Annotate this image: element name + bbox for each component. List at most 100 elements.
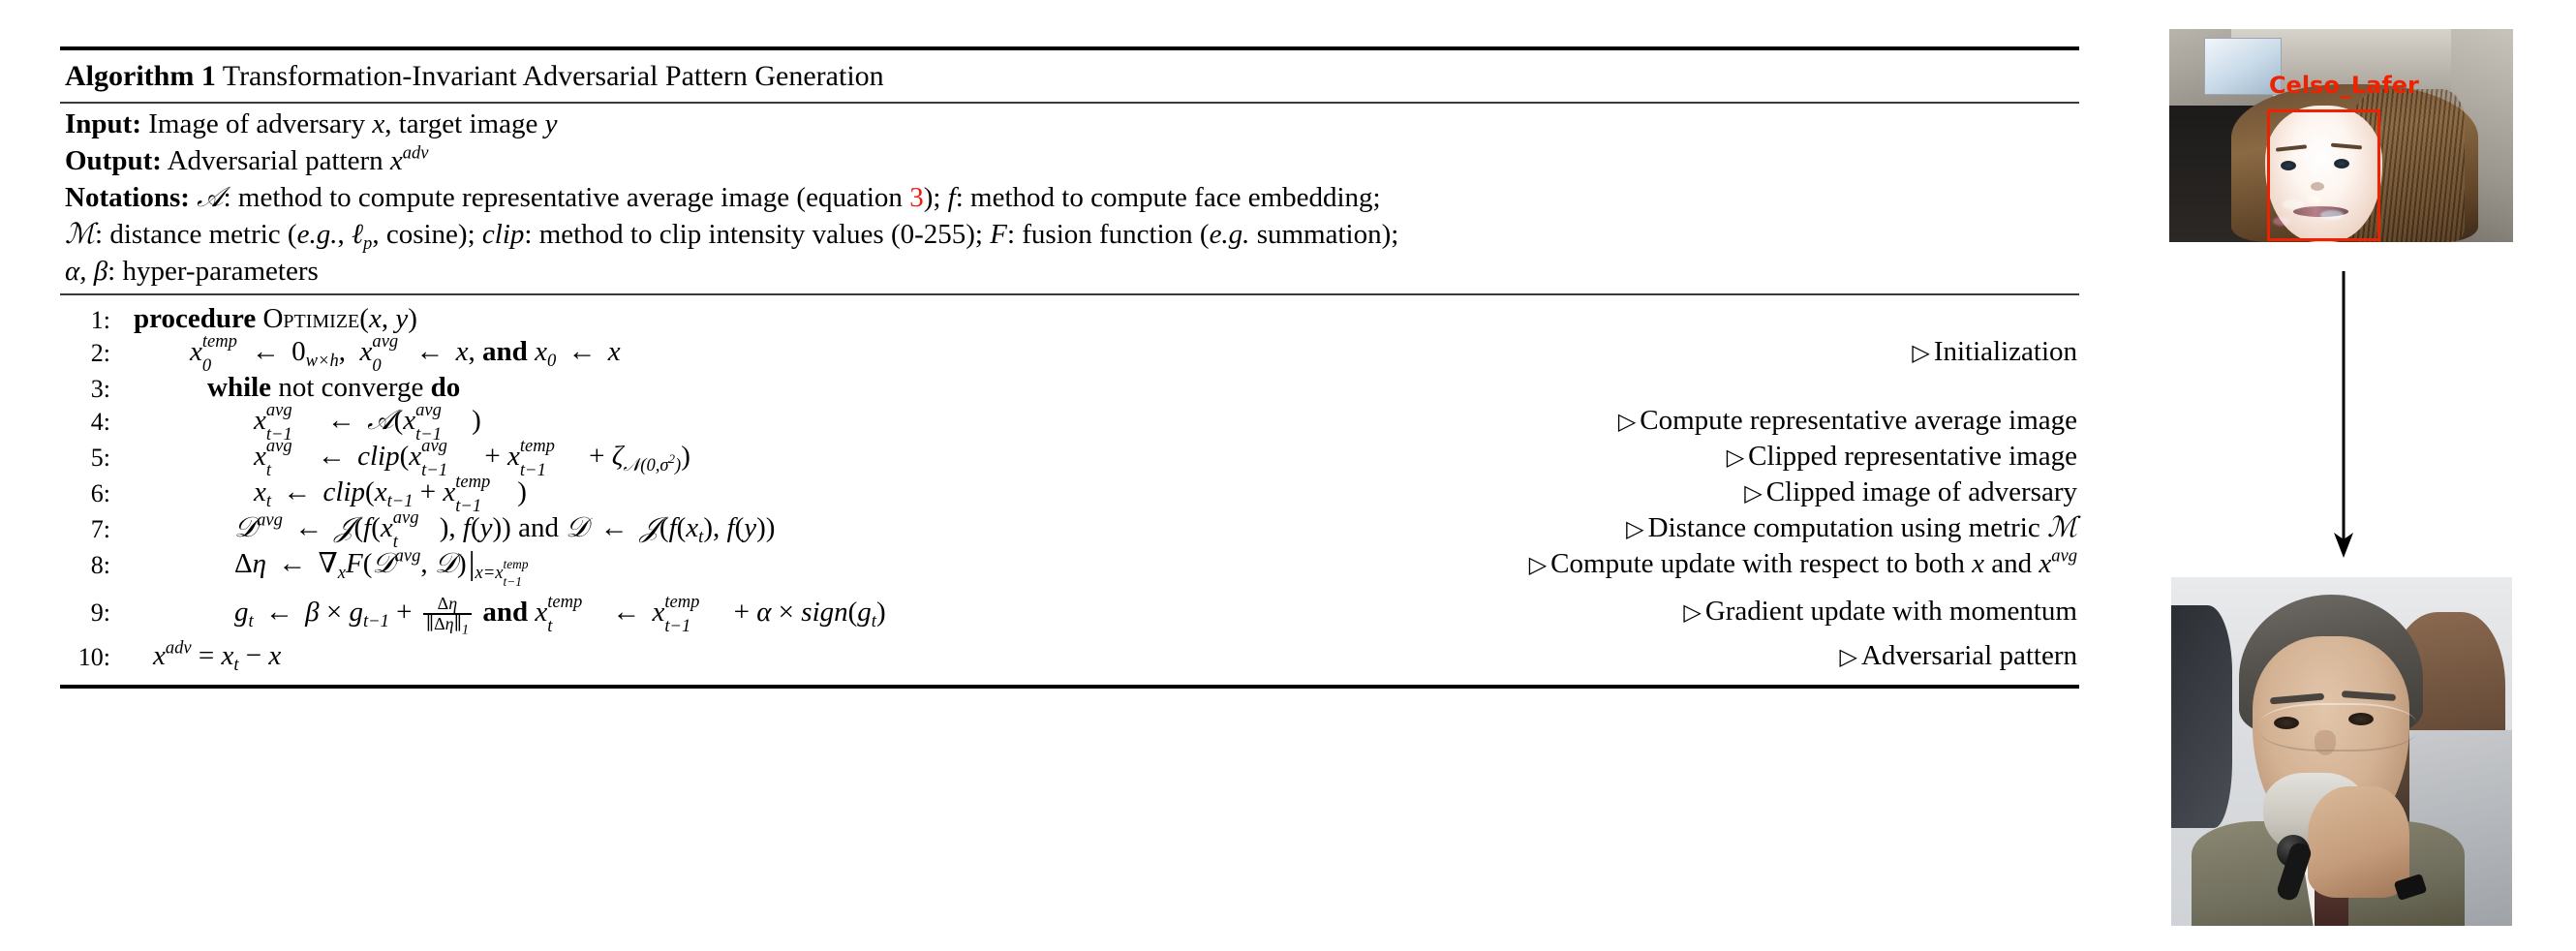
algorithm-body: 1: procedure Optimize(x, y) 2: x temp 0 ← 0…	[60, 295, 2079, 685]
preamble-output-line: Output: Adversarial pattern xadv	[65, 142, 2079, 179]
notations-2-clip: clip	[481, 219, 525, 250]
keyword-and: and	[482, 597, 529, 629]
line-code: Δη ← ∇xF(𝒟avg, 𝒟)|x=x temp t−1	[234, 545, 529, 590]
output-var-sup: adv	[402, 142, 429, 164]
algorithm-title-text: Transformation-Invariant Adversarial Pat…	[222, 60, 884, 92]
line-number: 5:	[90, 444, 110, 472]
input-label: Input:	[65, 108, 141, 139]
algorithm-line: 10: xadv = xt − x ▷ Adversarial pattern	[60, 639, 2079, 675]
comment-symbol-xavg: x	[2039, 548, 2052, 579]
hyperparameter-symbols: α, β	[65, 256, 108, 287]
algorithm-title-label: Algorithm 1	[65, 60, 216, 92]
procedure-name: Optimize	[262, 303, 360, 334]
preamble-notations-line-3: α, β: hyper-parameters	[65, 253, 2079, 290]
line-comment: ▷ Distance computation using metric ℳ	[1626, 511, 2077, 546]
symbol-ell-sub: p	[363, 233, 373, 255]
target-identity-photo	[2171, 577, 2512, 926]
symbol-script-M: ℳ	[65, 219, 96, 250]
notations-1a: : method to compute representative avera…	[223, 182, 903, 213]
symbol-F: F	[990, 219, 1007, 250]
line-code: x avg t ← clip(x avg t−1 + x temp t−1 + ζ𝒩(0,σ2…	[254, 436, 690, 480]
comment-text: Clipped representative image	[1748, 441, 2077, 472]
comment-text: Initialization	[1933, 336, 2077, 367]
symbol-f: f	[947, 182, 956, 213]
algorithm-line: 4: x avg t−1 ← 𝒜(x avg t−1) ▷ Compute represen…	[60, 400, 2079, 445]
comment-symbol-M: ℳ	[2046, 512, 2077, 543]
output-var: x	[389, 145, 403, 176]
notations-2c: , cosine);	[372, 219, 475, 250]
notations-3b: : hyper-parameters	[107, 256, 319, 287]
line-code: xt ← clip(xt−1 + x temp t−1)	[254, 472, 527, 516]
comment-symbol-xavg-sup: avg	[2051, 545, 2077, 567]
comment-marker-icon: ▷	[1626, 517, 1644, 542]
keyword-while: while	[207, 372, 272, 403]
input-var-y: y	[544, 108, 558, 139]
line-number: 10:	[77, 643, 110, 671]
algorithm-block: Algorithm 1 Transformation-Invariant Adv…	[60, 46, 2079, 689]
notations-2a: : distance metric (	[95, 219, 297, 250]
comment-text: Gradient update with momentum	[1704, 596, 2077, 627]
notations-label: Notations:	[65, 182, 190, 213]
comment-symbol-x: x	[1972, 548, 1984, 579]
preamble-notations-line-1: Notations: 𝒜: method to compute represen…	[65, 179, 2079, 216]
notations-2-eg: e.g.	[296, 219, 338, 250]
line-number: 1:	[90, 306, 110, 334]
notations-1c: : method to compute face embedding;	[955, 182, 1381, 213]
comment-marker-icon: ▷	[1912, 341, 1930, 366]
algorithm-line: 6: xt ← clip(xt−1 + x temp t−1) ▷ Clipped i…	[60, 472, 2079, 516]
comment-and: and	[1991, 548, 2033, 579]
preamble-input-line: Input: Image of adversary x, target imag…	[65, 106, 2079, 142]
line-number: 8:	[90, 551, 110, 579]
line-code: xadv = xt − x	[153, 637, 282, 676]
line-number: 7:	[90, 515, 110, 543]
comment-marker-icon: ▷	[1744, 481, 1763, 506]
input-text-a: Image of adversary	[148, 108, 366, 139]
algorithm-line: 3: while not converge do	[60, 371, 2079, 404]
output-text: Adversarial pattern	[167, 145, 383, 176]
line-code: while not converge do	[207, 371, 460, 404]
keyword-and: and	[482, 336, 528, 367]
algorithm-preamble: Input: Image of adversary x , target imag…	[60, 104, 2079, 293]
keyword-procedure: procedure	[134, 303, 257, 334]
line-code: x temp 0 ← 0w×h, x avg 0 ← x, and x0 ← x	[190, 331, 621, 376]
line-code: gt ← β × gt−1 + Δη ∥Δη∥1 and x temp t ← x te…	[234, 592, 886, 639]
line-comment: ▷ Clipped image of adversary	[1744, 476, 2077, 510]
line-code: procedure Optimize(x, y)	[134, 303, 417, 334]
algorithm-line: 7: 𝒟avg ← 𝒥(f(x avg t), f(y)) and 𝒟 ← 𝒥(f(…	[60, 508, 2079, 550]
algorithm-line: 5: x avg t ← clip(x avg t−1 + x temp t−1 + ζ𝒩(0…	[60, 436, 2079, 480]
line-code: x avg t−1 ← 𝒜(x avg t−1)	[254, 400, 481, 445]
conjunction-and: and	[518, 512, 559, 543]
line-comment: ▷ Compute update with respect to both x a…	[1529, 547, 2077, 582]
comment-marker-icon: ▷	[1683, 600, 1702, 626]
algorithm-line: 2: x temp 0 ← 0w×h, x avg 0 ← x, and x0 ← x ▷ I…	[60, 331, 2079, 376]
down-arrow-icon	[2334, 271, 2353, 558]
comment-marker-icon: ▷	[1726, 445, 1745, 471]
line-comment: ▷ Gradient update with momentum	[1683, 595, 2077, 629]
line-number: 9:	[90, 598, 110, 627]
notations-1b: );	[923, 182, 941, 213]
line-number: 2:	[90, 339, 110, 367]
figure-column: Celso_Lafer	[2169, 29, 2518, 930]
portrait-shadow-left	[2171, 604, 2233, 829]
notations-2d: : method to clip intensity values (0-255…	[524, 219, 983, 250]
algorithm-bottom-rule	[60, 685, 2079, 689]
comment-marker-icon: ▷	[1617, 410, 1637, 435]
input-text-b: , target image	[384, 108, 538, 139]
algorithm-title: Algorithm 1 Transformation-Invariant Adv…	[60, 50, 2079, 102]
sign-fn: sign	[801, 597, 848, 629]
predicted-identity-label: Celso_Lafer	[2268, 72, 2419, 99]
comment-marker-icon: ▷	[1528, 553, 1548, 578]
equation-reference-link[interactable]: 3	[909, 182, 924, 213]
comment-text: Clipped image of adversary	[1765, 476, 2077, 507]
notations-2f: summation);	[1256, 219, 1399, 250]
comment-text: Compute representative average image	[1640, 405, 2077, 436]
line-comment: ▷ Adversarial pattern	[1839, 639, 2077, 674]
line-number: 6:	[90, 479, 110, 507]
line-number: 3:	[90, 375, 110, 403]
portrait-hand	[2307, 786, 2410, 899]
clip-fn: clip	[322, 476, 366, 507]
condition-text: not converge	[278, 372, 424, 403]
algorithm-line: 1: procedure Optimize(x, y)	[60, 302, 2079, 335]
comment-marker-icon: ▷	[1839, 645, 1857, 670]
comment-text: Distance computation using metric	[1647, 512, 2040, 543]
